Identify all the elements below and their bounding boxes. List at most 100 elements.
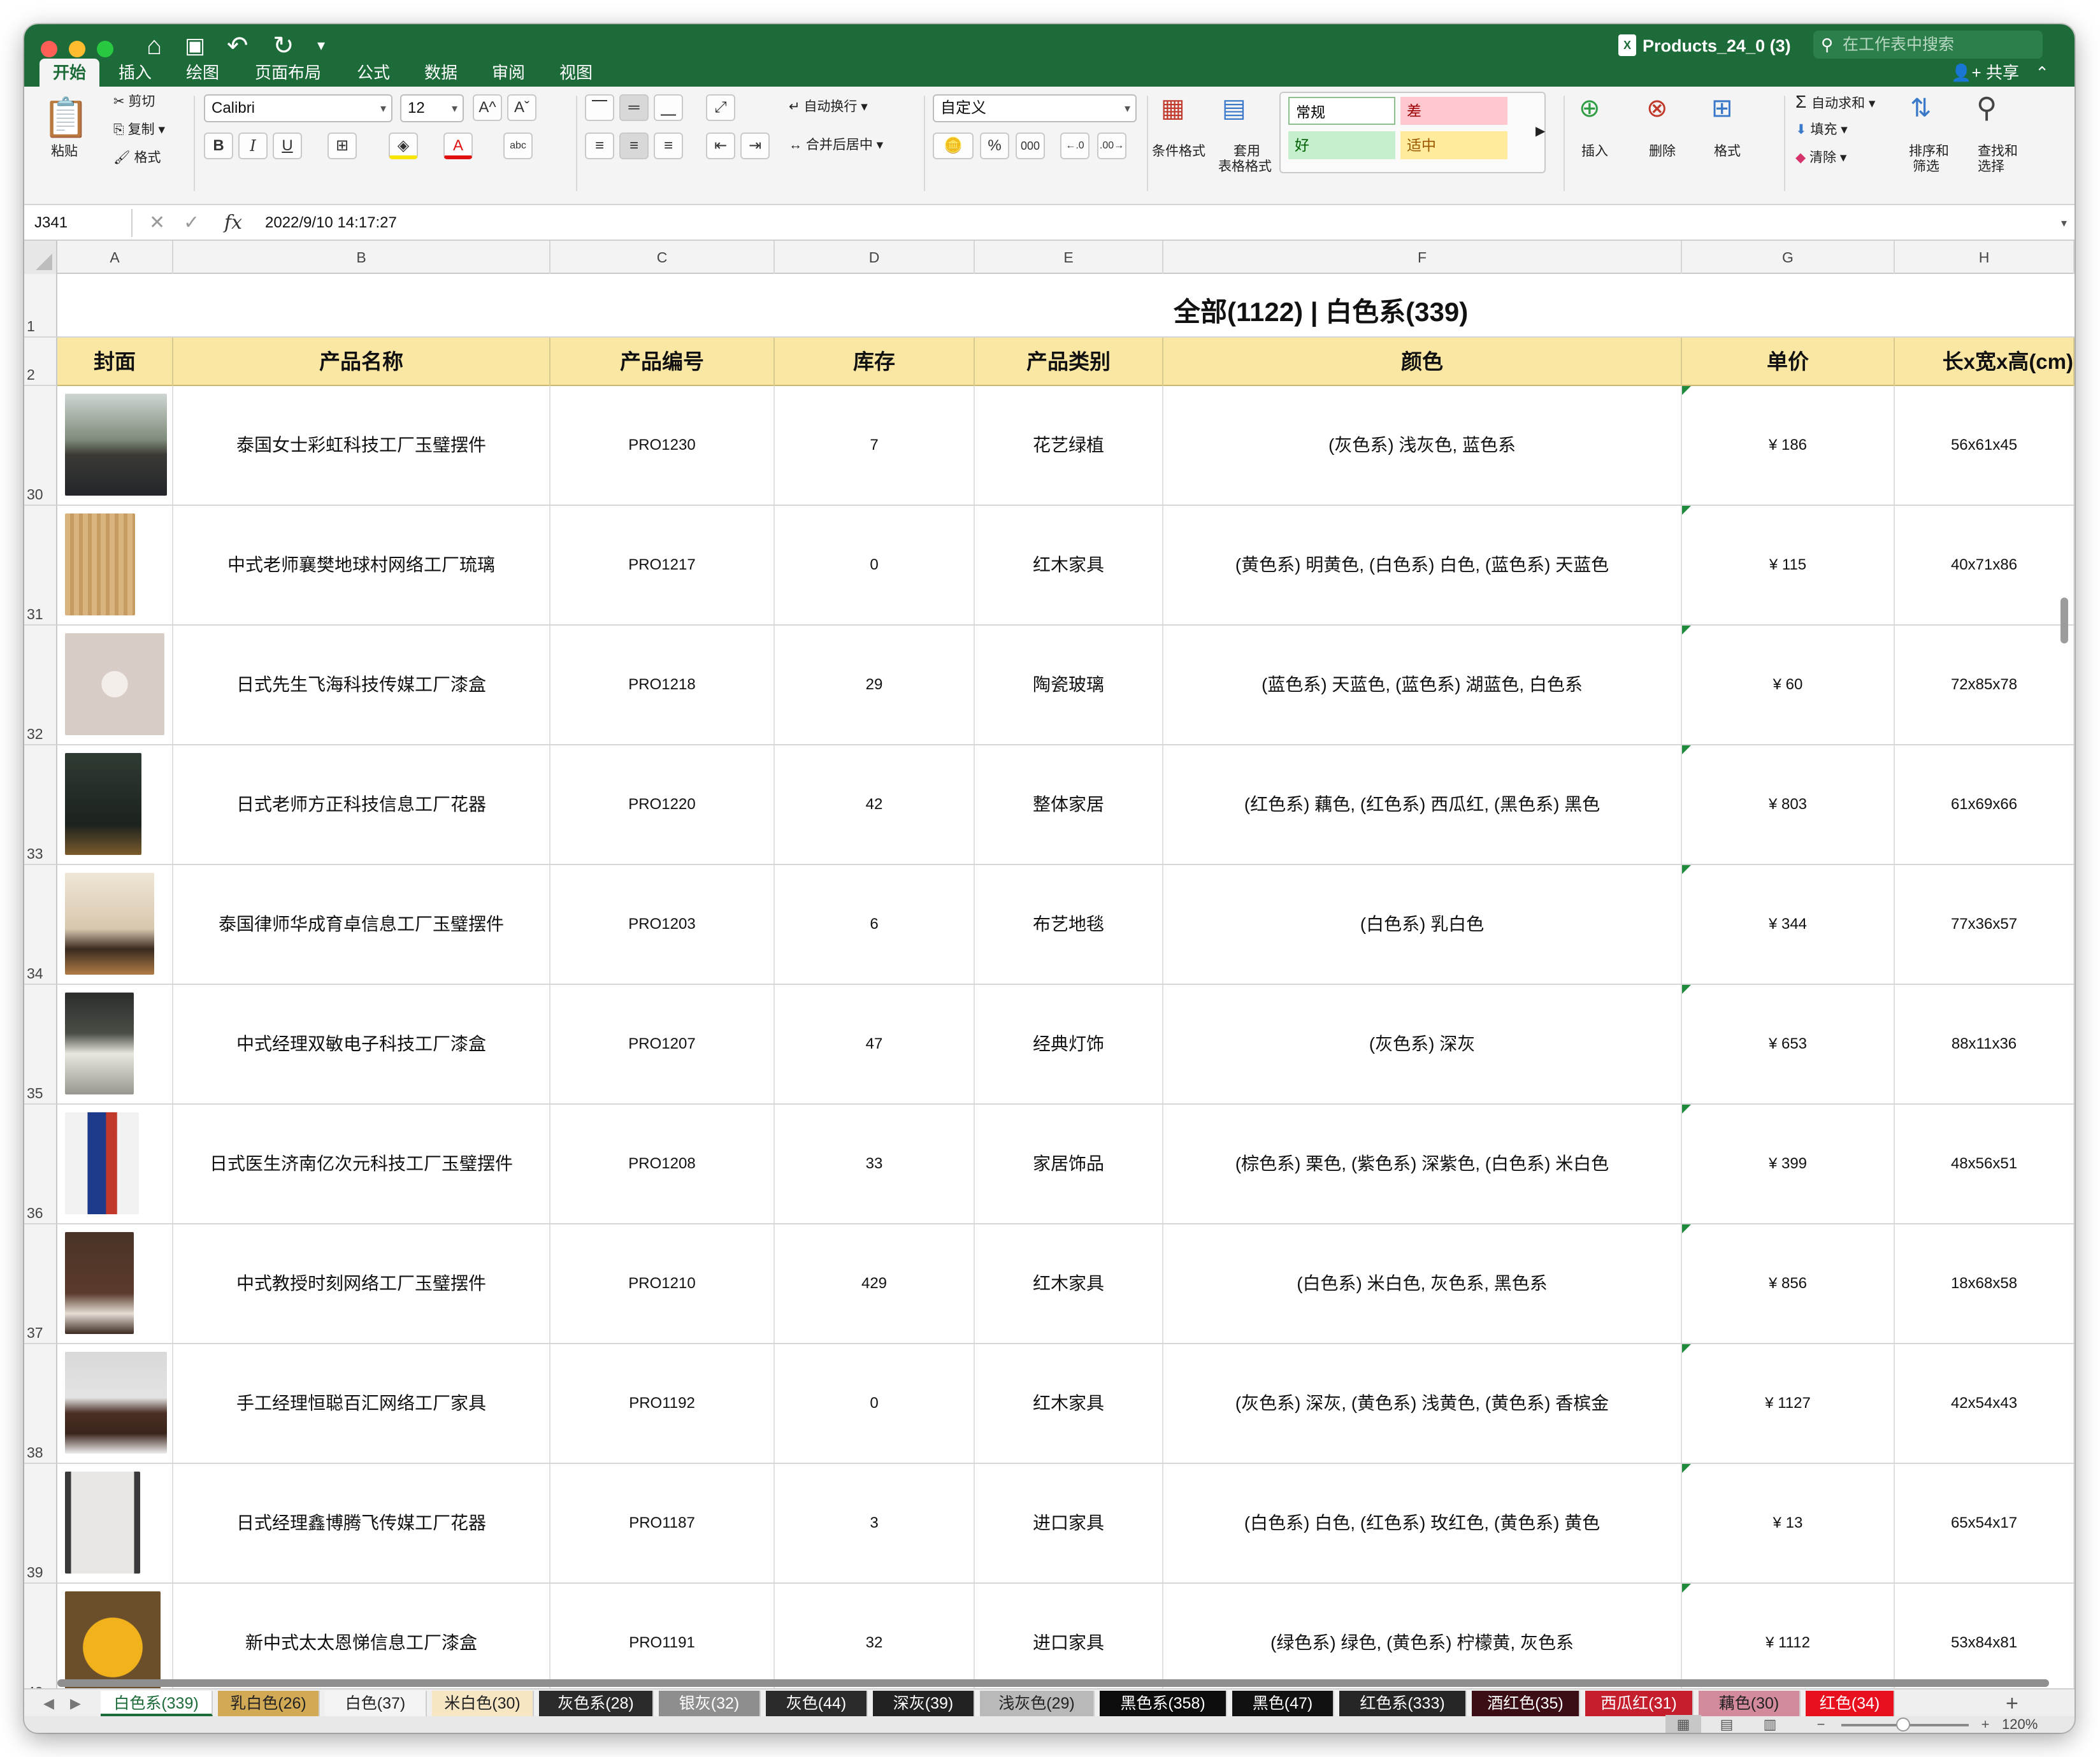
select-all-corner[interactable] (24, 241, 57, 274)
cell-category[interactable]: 红木家具 (975, 1344, 1163, 1463)
align-left-button[interactable]: ≡ (585, 133, 614, 159)
find-select-icon[interactable]: ⚲ (1976, 94, 1997, 122)
row-header[interactable]: 2 (24, 338, 57, 386)
collapse-ribbon-icon[interactable]: ⌃ (2035, 63, 2049, 82)
horizontal-scroll-thumb[interactable] (57, 1679, 2049, 1687)
sheet-tab[interactable]: 米白色(30) (432, 1691, 534, 1716)
sheet-tab[interactable]: 银灰(32) (659, 1691, 761, 1716)
find-select-label-2[interactable]: 选择 (1978, 159, 2004, 175)
cell-stock[interactable]: 3 (775, 1464, 975, 1582)
align-center-button[interactable]: ≡ (619, 133, 649, 159)
sheet-tab[interactable]: 灰色(44) (766, 1691, 868, 1716)
cell-dimensions[interactable]: 53x84x81 (1895, 1584, 2075, 1688)
shelf-thumbnail[interactable] (65, 1472, 140, 1574)
error-indicator-icon[interactable] (1682, 1105, 1691, 1114)
cell-cover[interactable] (57, 386, 173, 505)
cell-color[interactable]: (黄色系) 明黄色, (白色系) 白色, (蓝色系) 天蓝色 (1163, 506, 1682, 624)
font-size-select[interactable]: 12 ▾ (400, 94, 464, 122)
format-cells-icon[interactable]: ⊞ (1711, 94, 1733, 122)
vertical-scrollbar[interactable] (2060, 598, 2068, 643)
cell-cover[interactable] (57, 1224, 173, 1343)
header-category[interactable]: 产品类别 (975, 338, 1163, 386)
italic-button[interactable]: I (238, 133, 268, 159)
horizontal-scrollbar[interactable] (57, 1679, 2052, 1687)
save-icon[interactable]: ▣ (185, 33, 205, 59)
style-neutral[interactable]: 适中 (1400, 131, 1507, 159)
row-header[interactable]: 31 (24, 506, 57, 626)
cell-product-name[interactable]: 泰国律师华成育卓信息工厂玉璧摆件 (173, 865, 550, 984)
cell-product-name[interactable]: 手工经理恒聪百汇网络工厂家具 (173, 1344, 550, 1463)
column-header-c[interactable]: C (550, 241, 775, 274)
header-color[interactable]: 颜色 (1163, 338, 1682, 386)
wrap-text-button[interactable]: ↵ 自动换行 ▾ (789, 99, 868, 115)
row-header[interactable]: 40 (24, 1584, 57, 1688)
formula-input[interactable]: 2022/9/10 14:17:27 (265, 209, 397, 237)
cell-product-name[interactable]: 泰国女士彩虹科技工厂玉璧摆件 (173, 386, 550, 505)
percent-style-button[interactable]: % (980, 133, 1009, 159)
sheet-tab[interactable]: 红色系(333) (1339, 1691, 1467, 1716)
cell-product-code[interactable]: PRO1191 (550, 1584, 775, 1688)
tab-formulas[interactable]: 公式 (348, 59, 399, 87)
number-format-select[interactable]: 自定义 ▾ (933, 94, 1137, 122)
cell-product-code[interactable]: PRO1218 (550, 626, 775, 744)
cell-category[interactable]: 陶瓷玻璃 (975, 626, 1163, 744)
column-header-d[interactable]: D (775, 241, 975, 274)
sheet-tab[interactable]: 红色(34) (1806, 1691, 1895, 1716)
cell-product-code[interactable]: PRO1208 (550, 1105, 775, 1223)
tab-insert[interactable]: 插入 (110, 59, 161, 87)
row-header[interactable]: 30 (24, 386, 57, 506)
header-price[interactable]: 单价 (1682, 338, 1895, 386)
cell-product-name[interactable]: 日式老师方正科技信息工厂花器 (173, 745, 550, 864)
insert-cells-icon[interactable]: ⊕ (1579, 94, 1600, 122)
plant-vase-thumbnail[interactable] (65, 394, 167, 496)
cell-stock[interactable]: 0 (775, 1344, 975, 1463)
home-icon[interactable]: ⌂ (147, 33, 162, 59)
error-indicator-icon[interactable] (1682, 1464, 1691, 1473)
customize-toolbar-icon[interactable]: ▾ (317, 33, 325, 59)
cell-stock[interactable]: 0 (775, 506, 975, 624)
column-header-a[interactable]: A (57, 241, 173, 274)
font-name-select[interactable]: Calibri ▾ (204, 94, 392, 122)
align-middle-button[interactable]: ═ (619, 94, 649, 121)
chair-thumbnail[interactable] (65, 873, 154, 975)
cell-category[interactable]: 整体家居 (975, 745, 1163, 864)
font-color-button[interactable]: A (443, 133, 473, 159)
cell-price[interactable]: ¥ 653 (1682, 985, 1895, 1103)
phonetic-guide-button[interactable]: abc (503, 133, 533, 159)
go-board-thumbnail[interactable] (65, 633, 164, 735)
cell-cover[interactable] (57, 1464, 173, 1582)
cell-stock[interactable]: 29 (775, 626, 975, 744)
sort-filter-label-2[interactable]: 筛选 (1913, 159, 1939, 175)
cell-product-code[interactable]: PRO1220 (550, 745, 775, 864)
cell-stock[interactable]: 429 (775, 1224, 975, 1343)
dark-vase-thumbnail[interactable] (65, 753, 141, 855)
table-format-icon[interactable]: ▤ (1222, 94, 1246, 122)
normal-view-icon[interactable]: ▦ (1665, 1715, 1701, 1733)
cell-category[interactable]: 红木家具 (975, 1224, 1163, 1343)
cell-stock[interactable]: 47 (775, 985, 975, 1103)
cell-price[interactable]: ¥ 1112 (1682, 1584, 1895, 1688)
sheet-tab[interactable]: 浅灰色(29) (980, 1691, 1095, 1716)
delete-cells-label[interactable]: 删除 (1649, 144, 1676, 159)
sort-filter-label-1[interactable]: 排序和 (1909, 144, 1949, 159)
cell-color[interactable]: (灰色系) 浅灰色, 蓝色系 (1163, 386, 1682, 505)
sheet-tab[interactable]: 藕色(30) (1699, 1691, 1801, 1716)
close-window-button[interactable] (41, 41, 57, 57)
worksheet-grid[interactable]: A B C D E F G H 1 全部(1122) | 白色系(339) 2 … (24, 241, 2075, 1688)
page-layout-view-icon[interactable]: ▤ (1709, 1715, 1744, 1733)
cell-color[interactable]: (灰色系) 深灰 (1163, 985, 1682, 1103)
confirm-entry-icon[interactable]: ✓ (183, 209, 199, 237)
column-header-f[interactable]: F (1163, 241, 1682, 274)
cell-cover[interactable] (57, 506, 173, 624)
zoom-level[interactable]: 120% (2002, 1716, 2038, 1733)
sheet-tab[interactable]: 乳白色(26) (218, 1691, 320, 1716)
zoom-slider-knob[interactable] (1896, 1718, 1910, 1732)
yellow-chair-thumbnail[interactable] (65, 1591, 161, 1688)
tea-tray-thumbnail[interactable] (65, 1352, 167, 1454)
share-button[interactable]: 👤+ 共享 ⌃ (1951, 59, 2049, 87)
zoom-window-button[interactable] (97, 41, 113, 57)
error-indicator-icon[interactable] (1682, 506, 1691, 515)
cell-color[interactable]: (灰色系) 深灰, (黄色系) 浅黄色, (黄色系) 香槟金 (1163, 1344, 1682, 1463)
error-indicator-icon[interactable] (1682, 1344, 1691, 1353)
autosum-button[interactable]: Σ 自动求和 ▾ (1795, 93, 1875, 111)
